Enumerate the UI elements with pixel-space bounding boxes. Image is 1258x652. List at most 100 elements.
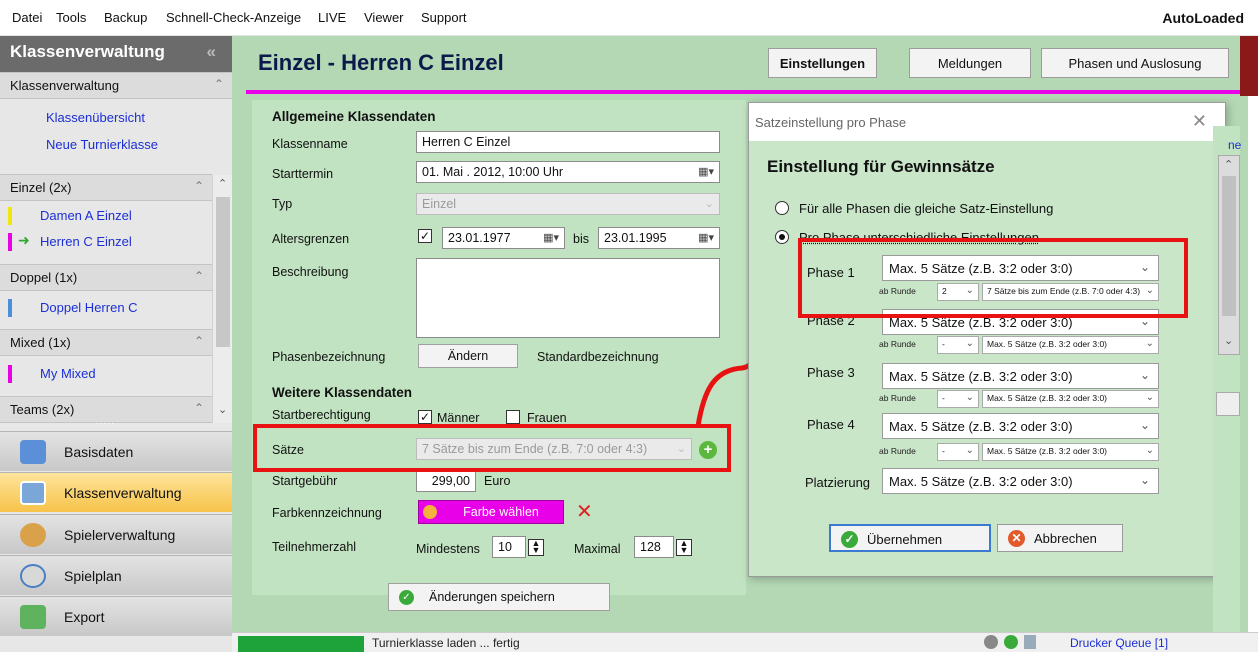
basisdaten-icon <box>20 440 46 464</box>
tab-phasen-auslosung[interactable]: Phasen und Auslosung <box>1041 48 1229 78</box>
phase3-round-select[interactable]: - ⌄ <box>937 390 979 408</box>
nav-export[interactable]: Export <box>0 596 232 636</box>
maximal-spinner[interactable]: ▲ ▼ <box>676 539 692 556</box>
background-button-edge[interactable] <box>1216 392 1240 416</box>
nav-label: Export <box>64 609 105 625</box>
phase2-sub-select[interactable]: Max. 5 Sätze (z.B. 3:2 oder 3:0) ⌄ <box>982 336 1159 354</box>
phase4-select[interactable]: Max. 5 Sätze (z.B. 3:2 oder 3:0) ⌄ <box>882 413 1159 439</box>
color-marker <box>8 365 12 383</box>
maenner-checkbox[interactable]: ✓ <box>418 410 432 424</box>
alter-bis-picker[interactable]: 23.01.1995 ▦▾ <box>598 227 720 249</box>
menu-support[interactable]: Support <box>421 10 467 25</box>
nav-label: Basisdaten <box>64 444 134 460</box>
alter-von-picker[interactable]: 23.01.1977 ▦▾ <box>442 227 565 249</box>
menu-tools[interactable]: Tools <box>56 10 86 25</box>
calendar-dropdown-icon[interactable]: ▦▾ <box>543 231 559 244</box>
scroll-up-icon[interactable]: ⌃ <box>1224 158 1233 171</box>
section-einzel[interactable]: Einzel (2x) ⌃ <box>0 174 212 201</box>
chevron-up-icon[interactable]: ⌃ <box>214 77 224 91</box>
uebernehmen-button[interactable]: ✓ Übernehmen <box>829 524 991 552</box>
mindestens-input[interactable]: 10 <box>492 536 526 558</box>
phase4-sub-select[interactable]: Max. 5 Sätze (z.B. 3:2 oder 3:0) ⌄ <box>982 443 1159 461</box>
phase3-round-value: - <box>942 393 945 403</box>
color-marker <box>8 207 12 225</box>
menu-schnell-check[interactable]: Schnell-Check-Anzeige <box>166 10 301 25</box>
phase4-round-select[interactable]: - ⌄ <box>937 443 979 461</box>
collapse-icon[interactable]: « <box>207 42 216 62</box>
nav-klassenverwaltung[interactable]: Klassenverwaltung <box>0 472 232 512</box>
menu-bar: Datei Tools Backup Schnell-Check-Anzeige… <box>0 0 1258 36</box>
splitter-dots[interactable]: ..... <box>96 416 115 427</box>
startgebuehr-input[interactable]: 299,00 <box>416 470 476 492</box>
scroll-down-icon[interactable]: ⌄ <box>1224 334 1233 347</box>
typ-select[interactable]: Einzel ⌄ <box>416 193 720 215</box>
section-klassenverwaltung[interactable]: Klassenverwaltung ⌃ <box>0 72 232 99</box>
platzierung-label: Platzierung <box>805 475 871 490</box>
section-label: Klassenverwaltung <box>10 78 120 93</box>
calendar-dropdown-icon[interactable]: ▦▾ <box>698 231 714 244</box>
chevron-up-icon[interactable]: ⌃ <box>194 334 204 348</box>
add-icon[interactable] <box>1004 635 1018 649</box>
scroll-up-icon[interactable]: ⌃ <box>218 177 227 190</box>
menu-backup[interactable]: Backup <box>104 10 147 25</box>
section-doppel[interactable]: Doppel (1x) ⌃ <box>0 264 212 291</box>
starttermin-picker[interactable]: 01. Mai . 2012, 10:00 Uhr ▦▾ <box>416 161 720 183</box>
chevron-up-icon[interactable]: ⌃ <box>194 269 204 283</box>
link-herren-c-einzel[interactable]: Herren C Einzel <box>40 234 132 249</box>
radio-same-label: Für alle Phasen die gleiche Satz-Einstel… <box>799 201 1054 216</box>
link-damen-a-einzel[interactable]: Damen A Einzel <box>40 208 132 223</box>
mindestens-spinner[interactable]: ▲ ▼ <box>528 539 544 556</box>
chevron-down-icon: ⌄ <box>1139 473 1150 487</box>
phase2-round-select[interactable]: - ⌄ <box>937 336 979 354</box>
platzierung-select[interactable]: Max. 5 Sätze (z.B. 3:2 oder 3:0) ⌄ <box>882 468 1159 494</box>
aendern-button[interactable]: Ändern <box>418 344 518 368</box>
printer-icon <box>1024 635 1036 649</box>
chevron-up-icon[interactable]: ⌃ <box>194 401 204 415</box>
scroll-thumb[interactable] <box>216 197 230 347</box>
nav-label: Spielplan <box>64 568 122 584</box>
label-startberechtigung: Startberechtigung <box>272 408 371 422</box>
aenderungen-speichern-button[interactable]: ✓ Änderungen speichern <box>388 583 610 611</box>
scroll-down-icon[interactable]: ⌄ <box>218 403 227 416</box>
nav-spielerverwaltung[interactable]: Spielerverwaltung <box>0 514 232 554</box>
link-my-mixed[interactable]: My Mixed <box>40 366 96 381</box>
link-doppel-herren-c[interactable]: Doppel Herren C <box>40 300 138 315</box>
menu-datei[interactable]: Datei <box>12 10 42 25</box>
phase3-ab-runde: ab Runde <box>879 393 916 403</box>
beschreibung-textarea[interactable] <box>416 258 720 338</box>
close-icon[interactable]: ✕ <box>1192 111 1207 132</box>
radio-same-settings[interactable] <box>775 201 789 215</box>
maximal-input[interactable]: 128 <box>634 536 674 558</box>
section-mixed[interactable]: Mixed (1x) ⌃ <box>0 329 212 356</box>
link-neue-turnierklasse[interactable]: Neue Turnierklasse <box>46 137 158 152</box>
phase3-sub-select[interactable]: Max. 5 Sätze (z.B. 3:2 oder 3:0) ⌄ <box>982 390 1159 408</box>
abbrechen-button[interactable]: ✕ Abbrechen <box>997 524 1123 552</box>
calendar-dropdown-icon[interactable]: ▦▾ <box>698 165 714 178</box>
starttermin-value: 01. Mai . 2012, 10:00 Uhr <box>422 165 564 179</box>
menu-viewer[interactable]: Viewer <box>364 10 404 25</box>
link-klassenuebersicht[interactable]: Klassenübersicht <box>46 110 145 125</box>
tab-meldungen[interactable]: Meldungen <box>909 48 1031 78</box>
background-list-scrollbar[interactable]: ⌃ ⌄ <box>1218 155 1240 355</box>
frauen-label: Frauen <box>527 411 567 425</box>
spieler-icon <box>20 523 46 547</box>
clear-color-icon[interactable]: ✕ <box>576 499 593 524</box>
frauen-checkbox[interactable] <box>506 410 520 424</box>
sidebar-scrollbar[interactable]: ⌃ ⌄ <box>212 175 232 423</box>
drucker-queue-link[interactable]: Drucker Queue [1] <box>1070 636 1168 650</box>
tab-einstellungen[interactable]: Einstellungen <box>768 48 877 78</box>
alter-checkbox[interactable]: ✓ <box>418 229 432 243</box>
phase3-select[interactable]: Max. 5 Sätze (z.B. 3:2 oder 3:0) ⌄ <box>882 363 1159 389</box>
chevron-down-icon: ⌄ <box>704 198 714 210</box>
palette-icon <box>423 505 437 519</box>
status-text: Turnierklasse laden ... fertig <box>372 636 520 650</box>
nav-basisdaten[interactable]: Basisdaten <box>0 431 232 471</box>
chevron-up-icon[interactable]: ⌃ <box>194 179 204 193</box>
radio-per-phase[interactable] <box>775 230 789 244</box>
klassenname-input[interactable]: Herren C Einzel <box>416 131 720 153</box>
farbe-waehlen-button[interactable]: Farbe wählen <box>418 500 564 524</box>
nav-spielplan[interactable]: Spielplan <box>0 555 232 595</box>
scroll-thumb[interactable] <box>1222 176 1236 316</box>
menu-live[interactable]: LIVE <box>318 10 346 25</box>
page-title: Einzel - Herren C Einzel <box>258 50 504 75</box>
